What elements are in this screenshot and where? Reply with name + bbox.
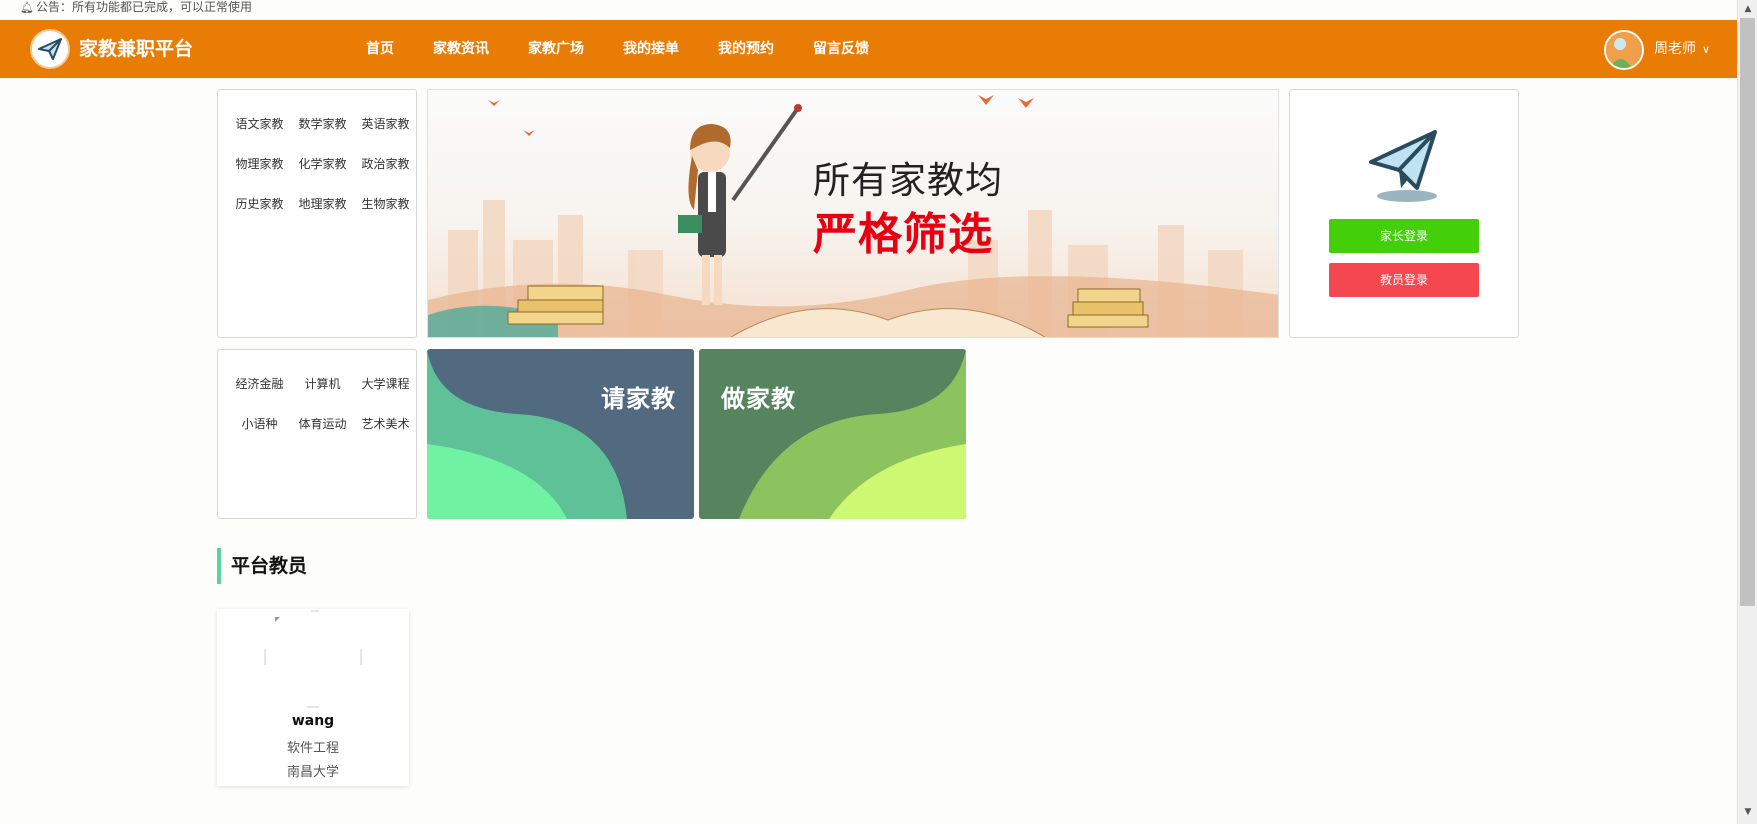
section-accent-bar [217,548,221,584]
section-title: 平台教员 [231,555,308,577]
subject-category-link-8[interactable]: 生物家教 [354,194,417,214]
teacher-card[interactable]: wang 软件工程 南昌大学 [217,609,409,786]
logo[interactable] [30,29,70,69]
teacher-name: wang [291,713,335,729]
scroll-down-arrow-icon[interactable]: ▼ [1742,806,1754,818]
main-nav: 首页 家教资讯 家教广场 我的接单 我的预约 留言反馈 [366,20,908,78]
nav-item-feedback[interactable]: 留言反馈 [813,20,869,78]
paper-plane-icon [38,38,62,60]
request-tutor-label: 请家教 [601,385,676,413]
avatar-icon[interactable] [1604,30,1644,70]
other-category-link-0[interactable]: 经济金融 [228,374,291,394]
other-category-link-3[interactable]: 小语种 [228,414,291,434]
subject-category-panel: 语文家教 数学家教 英语家教物理家教 化学家教 政治家教历史家教 地理家教 生物家教 [217,89,417,338]
banner-headline: 所有家教均 [813,159,1003,202]
other-category-link-5[interactable]: 艺术美术 [354,414,417,434]
subject-category-link-0[interactable]: 语文家教 [228,114,291,134]
teacher-photo [263,609,363,709]
other-category-link-4[interactable]: 体育运动 [291,414,354,434]
other-category-link-2[interactable]: 大学课程 [354,374,417,394]
user-name: 周老师 [1654,41,1696,57]
subject-category-link-2[interactable]: 英语家教 [354,114,417,134]
page-scrollbar[interactable]: ▲ ▼ [1737,0,1757,824]
become-tutor-label: 做家教 [721,385,796,413]
nav-item-my-orders[interactable]: 我的接单 [623,20,679,78]
teacher-major: 软件工程 [286,741,339,756]
login-panel: 家长登录 教员登录 [1289,89,1519,338]
announcement-text: 公告：所有功能都已完成，可以正常使用 [35,0,252,14]
user-menu[interactable]: 周老师 ∨ [1654,20,1710,79]
nav-item-my-appointments[interactable]: 我的预约 [718,20,774,78]
nav-item-news[interactable]: 家教资讯 [433,20,489,78]
subject-category-link-7[interactable]: 地理家教 [291,194,354,214]
top-navbar: 家教兼职平台 首页 家教资讯 家教广场 我的接单 我的预约 留言反馈 周老师 ∨ [0,20,1737,78]
nav-item-home[interactable]: 首页 [366,20,394,78]
brand-title[interactable]: 家教兼职平台 [79,20,193,78]
subject-category-link-1[interactable]: 数学家教 [291,114,354,134]
bell-icon: 🔔︎ [20,1,34,14]
become-tutor-tile[interactable]: 做家教 [699,349,966,519]
scroll-up-arrow-icon[interactable]: ▲ [1742,3,1754,15]
announcement-bar: 🔔︎ 公告：所有功能都已完成，可以正常使用 [20,0,252,17]
subject-category-link-4[interactable]: 化学家教 [291,154,354,174]
subject-category-link-3[interactable]: 物理家教 [228,154,291,174]
nav-item-square[interactable]: 家教广场 [528,20,584,78]
request-tutor-tile[interactable]: 请家教 [427,349,694,519]
paper-plane-icon [1369,130,1437,202]
teacher-login-button[interactable]: 教员登录 [1329,263,1479,297]
chevron-down-icon: ∨ [1702,43,1711,56]
subject-category-link-5[interactable]: 政治家教 [354,154,417,174]
scrollbar-thumb[interactable] [1740,18,1755,606]
teacher-school: 南昌大学 [286,765,339,780]
other-category-link-1[interactable]: 计算机 [291,374,354,394]
hero-banner[interactable]: 所有家教均 严格筛选 [427,89,1279,338]
subject-category-link-6[interactable]: 历史家教 [228,194,291,214]
other-category-panel: 经济金融 计算机 大学课程小语种 体育运动 艺术美术 [217,349,417,519]
banner-subheadline: 严格筛选 [813,209,993,260]
parent-login-button[interactable]: 家长登录 [1329,219,1479,253]
